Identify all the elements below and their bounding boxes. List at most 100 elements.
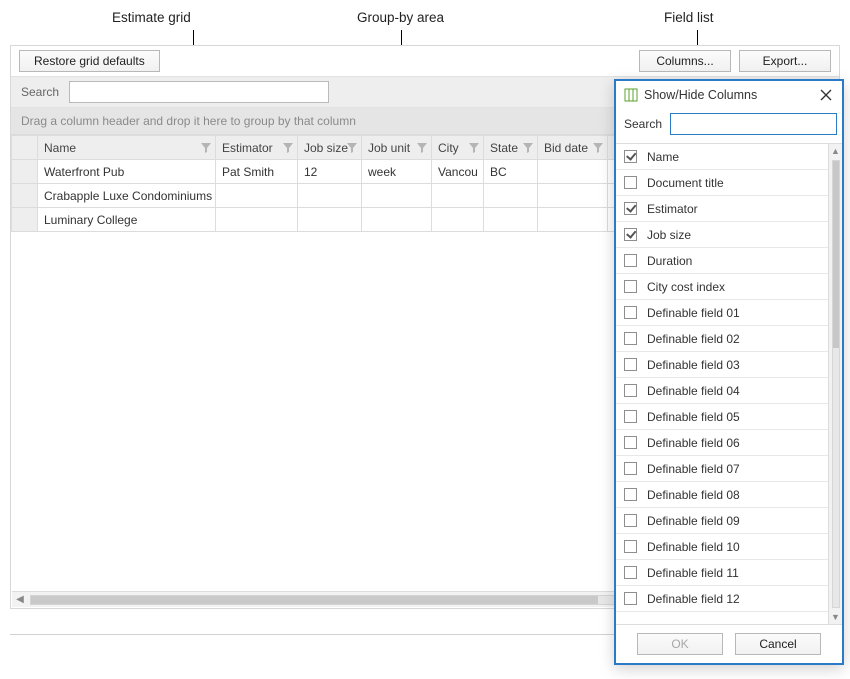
search-input[interactable] bbox=[69, 81, 329, 103]
export-button[interactable]: Export... bbox=[739, 50, 831, 72]
row-selector-header bbox=[12, 136, 38, 160]
checkbox[interactable] bbox=[624, 254, 637, 267]
restore-grid-defaults-button[interactable]: Restore grid defaults bbox=[19, 50, 160, 72]
cell-city[interactable] bbox=[432, 208, 484, 232]
cancel-button[interactable]: Cancel bbox=[735, 633, 821, 655]
field-list-item[interactable]: Definable field 12 bbox=[616, 586, 828, 612]
filter-icon[interactable] bbox=[469, 143, 479, 153]
cell-job-size[interactable] bbox=[298, 184, 362, 208]
field-list-item[interactable]: Definable field 05 bbox=[616, 404, 828, 430]
checkbox[interactable] bbox=[624, 384, 637, 397]
checkbox[interactable] bbox=[624, 176, 637, 189]
field-label: Definable field 02 bbox=[647, 332, 740, 346]
column-header-city[interactable]: City bbox=[432, 136, 484, 160]
checkbox[interactable] bbox=[624, 150, 637, 163]
scroll-thumb[interactable] bbox=[833, 161, 839, 348]
field-list-item[interactable]: Name bbox=[616, 144, 828, 170]
checkbox[interactable] bbox=[624, 514, 637, 527]
dialog-header: Show/Hide Columns bbox=[616, 81, 842, 109]
field-list-item[interactable]: Definable field 11 bbox=[616, 560, 828, 586]
cell-bid-date[interactable] bbox=[538, 184, 608, 208]
column-header-state[interactable]: State bbox=[484, 136, 538, 160]
cell-job-unit[interactable] bbox=[362, 184, 432, 208]
checkbox[interactable] bbox=[624, 592, 637, 605]
checkbox[interactable] bbox=[624, 228, 637, 241]
cell-bid-date[interactable] bbox=[538, 208, 608, 232]
checkbox[interactable] bbox=[624, 436, 637, 449]
field-list-item[interactable]: Definable field 04 bbox=[616, 378, 828, 404]
close-button[interactable] bbox=[818, 87, 834, 103]
cell-city[interactable]: Vancou bbox=[432, 160, 484, 184]
field-list-item[interactable]: Definable field 09 bbox=[616, 508, 828, 534]
vertical-scrollbar[interactable]: ▲ ▼ bbox=[828, 144, 842, 624]
cell-job-unit[interactable] bbox=[362, 208, 432, 232]
filter-icon[interactable] bbox=[347, 143, 357, 153]
field-list-item[interactable]: City cost index bbox=[616, 274, 828, 300]
cell-estimator[interactable] bbox=[216, 184, 298, 208]
checkbox[interactable] bbox=[624, 566, 637, 579]
row-selector[interactable] bbox=[12, 208, 38, 232]
cell-bid-date[interactable] bbox=[538, 160, 608, 184]
field-list-item[interactable]: Job size bbox=[616, 222, 828, 248]
filter-icon[interactable] bbox=[201, 143, 211, 153]
field-list-item[interactable]: Definable field 08 bbox=[616, 482, 828, 508]
field-list-item[interactable]: Estimator bbox=[616, 196, 828, 222]
checkbox[interactable] bbox=[624, 332, 637, 345]
column-header-name[interactable]: Name bbox=[38, 136, 216, 160]
filter-icon[interactable] bbox=[283, 143, 293, 153]
cell-name[interactable]: Crabapple Luxe Condominiums bbox=[38, 184, 216, 208]
ok-button[interactable]: OK bbox=[637, 633, 723, 655]
filter-icon[interactable] bbox=[523, 143, 533, 153]
column-header-job-unit[interactable]: Job unit bbox=[362, 136, 432, 160]
dialog-search-row: Search bbox=[616, 109, 842, 143]
dialog-footer: OK Cancel bbox=[616, 625, 842, 663]
scroll-track[interactable] bbox=[832, 160, 840, 608]
column-label: Name bbox=[44, 141, 76, 155]
cell-job-size[interactable] bbox=[298, 208, 362, 232]
columns-button[interactable]: Columns... bbox=[639, 50, 731, 72]
checkbox[interactable] bbox=[624, 410, 637, 423]
column-header-estimator[interactable]: Estimator bbox=[216, 136, 298, 160]
field-list-item[interactable]: Document title bbox=[616, 170, 828, 196]
cell-city[interactable] bbox=[432, 184, 484, 208]
cell-state[interactable] bbox=[484, 208, 538, 232]
cell-estimator[interactable]: Pat Smith bbox=[216, 160, 298, 184]
column-label: Job unit bbox=[368, 141, 410, 155]
column-label: City bbox=[438, 141, 459, 155]
field-list-item[interactable]: Definable field 03 bbox=[616, 352, 828, 378]
checkbox[interactable] bbox=[624, 462, 637, 475]
cell-estimator[interactable] bbox=[216, 208, 298, 232]
cell-job-unit[interactable]: week bbox=[362, 160, 432, 184]
scroll-left-icon[interactable]: ◀ bbox=[12, 592, 28, 608]
column-label: Bid date bbox=[544, 141, 588, 155]
field-list-item[interactable]: Definable field 01 bbox=[616, 300, 828, 326]
checkbox[interactable] bbox=[624, 202, 637, 215]
cell-state[interactable]: BC bbox=[484, 160, 538, 184]
field-list-item[interactable]: Definable field 02 bbox=[616, 326, 828, 352]
cell-state[interactable] bbox=[484, 184, 538, 208]
field-label: Definable field 01 bbox=[647, 306, 740, 320]
scroll-up-icon[interactable]: ▲ bbox=[829, 144, 843, 158]
cell-name[interactable]: Waterfront Pub bbox=[38, 160, 216, 184]
checkbox[interactable] bbox=[624, 280, 637, 293]
field-list-item[interactable]: Definable field 10 bbox=[616, 534, 828, 560]
row-selector[interactable] bbox=[12, 160, 38, 184]
checkbox[interactable] bbox=[624, 540, 637, 553]
cell-name[interactable]: Luminary College bbox=[38, 208, 216, 232]
dialog-search-input[interactable] bbox=[670, 113, 837, 135]
row-selector[interactable] bbox=[12, 184, 38, 208]
scroll-thumb[interactable] bbox=[31, 596, 598, 604]
checkbox[interactable] bbox=[624, 358, 637, 371]
column-header-job-size[interactable]: Job size bbox=[298, 136, 362, 160]
checkbox[interactable] bbox=[624, 306, 637, 319]
field-list-item[interactable]: Definable field 06 bbox=[616, 430, 828, 456]
checkbox[interactable] bbox=[624, 488, 637, 501]
cell-job-size[interactable]: 12 bbox=[298, 160, 362, 184]
field-label: Job size bbox=[647, 228, 691, 242]
column-header-bid-date[interactable]: Bid date bbox=[538, 136, 608, 160]
field-list-item[interactable]: Duration bbox=[616, 248, 828, 274]
filter-icon[interactable] bbox=[417, 143, 427, 153]
filter-icon[interactable] bbox=[593, 143, 603, 153]
scroll-down-icon[interactable]: ▼ bbox=[829, 610, 843, 624]
field-list-item[interactable]: Definable field 07 bbox=[616, 456, 828, 482]
